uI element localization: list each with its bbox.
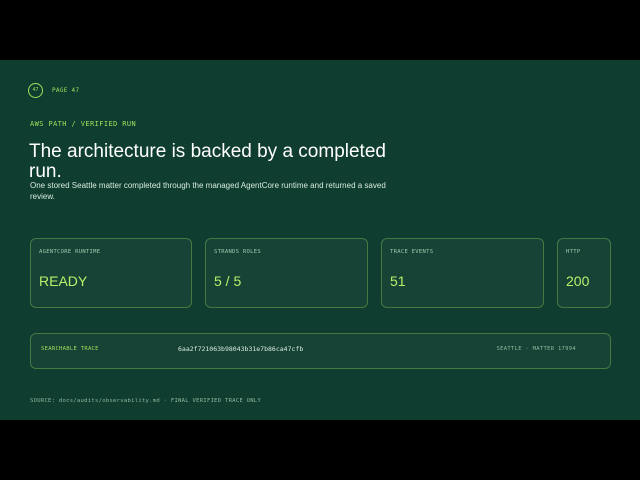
searchable-trace-bar: SEARCHABLE TRACE 6aa2f721063b98043b31e7b… [30, 333, 611, 369]
trace-id: 6aa2f721063b98043b31e7b86ca47cfb [178, 345, 304, 353]
stat-card-value: 200 [566, 273, 590, 289]
stat-card-value: 5 / 5 [214, 273, 242, 289]
stat-card-agentcore-runtime: AGENTCORE RUNTIME READY [30, 238, 192, 308]
stat-card-http: HTTP 200 [557, 238, 611, 308]
source-footnote: SOURCE: docs/audits/observability.md · F… [30, 398, 262, 404]
stat-card-value: 51 [390, 273, 406, 289]
stat-card-label: TRACE EVENTS [390, 249, 434, 255]
stat-card-strands-roles: STRANDS ROLES 5 / 5 [205, 238, 368, 308]
stat-card-label: STRANDS ROLES [214, 249, 261, 255]
stat-card-value: READY [39, 273, 88, 289]
page-label: PAGE 47 [52, 87, 80, 94]
trace-label: SEARCHABLE TRACE [41, 346, 99, 352]
trace-meta: SEATTLE · MATTER 17994 [496, 346, 576, 352]
stat-card-label: HTTP [566, 249, 581, 255]
slide-subtitle: One stored Seattle matter completed thro… [30, 181, 386, 201]
section-eyebrow: AWS PATH / VERIFIED RUN [30, 120, 137, 128]
stat-card-label: AGENTCORE RUNTIME [39, 249, 101, 255]
slide-title: The architecture is backed by a complete… [29, 141, 386, 182]
page-number-badge: 47 [28, 83, 43, 98]
stat-card-trace-events: TRACE EVENTS 51 [381, 238, 544, 308]
